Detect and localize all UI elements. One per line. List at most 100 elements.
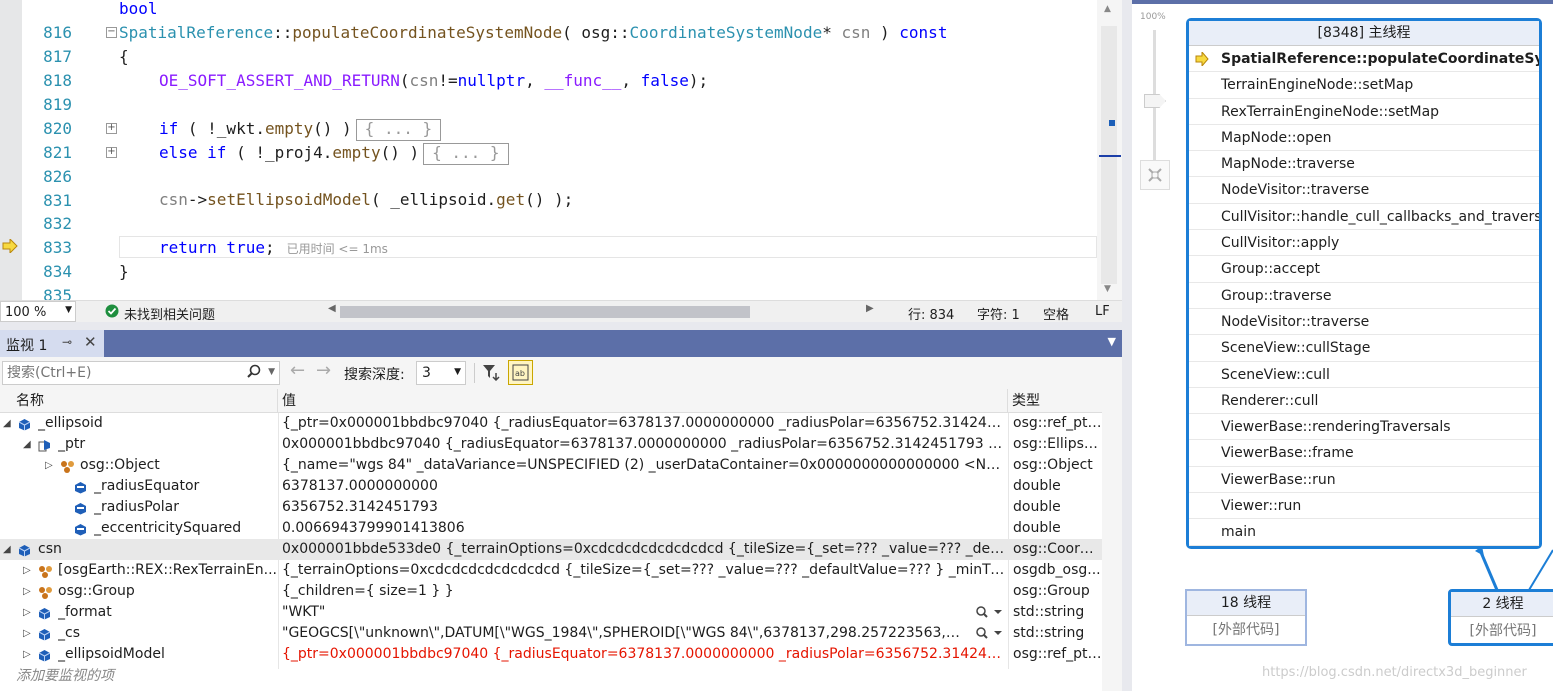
tab-watch-1[interactable]: 监视 1 ⊸ ✕ — [0, 330, 104, 357]
watch-row[interactable]: _radiusEquator 6378137.0000000000 double — [0, 476, 1102, 497]
scroll-up-icon[interactable]: ▲ — [1104, 4, 1111, 14]
watch-name: osg::Object — [80, 457, 160, 473]
collapse-arrow-icon[interactable]: ◢ — [23, 434, 31, 455]
watch-value[interactable]: {_name="wgs 84" _dataVariance=UNSPECIFIE… — [282, 455, 1008, 476]
watch-value[interactable]: "WKT" — [282, 602, 968, 623]
panel-splitter-horizontal[interactable] — [0, 322, 1122, 330]
code-text: { — [119, 47, 129, 66]
watch-value[interactable]: 0x000001bbde533de0 {_terrainOptions=0xcd… — [282, 539, 1008, 560]
code-line: 831 — [22, 165, 1097, 210]
watch-value[interactable]: 0x000001bbdbc97040 {_radiusEquator=63781… — [282, 434, 1008, 455]
code-editor[interactable]: 816 bool 817 − SpatialReference::populat… — [0, 0, 1122, 300]
expand-arrow-icon[interactable]: ▷ — [23, 602, 31, 623]
watch-type: std::string — [1013, 625, 1085, 641]
horizontal-scrollbar-thumb[interactable] — [340, 306, 750, 318]
window-menu-icon[interactable]: ▼ — [1108, 335, 1116, 348]
expand-toggle[interactable]: + — [106, 147, 117, 158]
zoom-dropdown[interactable]: 100 % ▼ — [0, 301, 76, 322]
add-watch-placeholder[interactable]: 添加要监视的项 — [16, 666, 114, 687]
code-line: 817 − SpatialReference::populateCoordina… — [22, 21, 1097, 66]
watch-row[interactable]: _radiusPolar 6356752.3142451793 double — [0, 497, 1102, 518]
collapse-arrow-icon[interactable]: ◢ — [3, 539, 11, 560]
editor-status-bar: 100 % ▼ 未找到相关问题 ◀ ▶ 行: 834 字符: 1 空格 LF — [0, 300, 1122, 323]
watch-row[interactable]: ◢ _ellipsoid {_ptr=0x000001bbdbc97040 {_ra… — [0, 413, 1102, 434]
column-header-name[interactable]: 名称 — [0, 389, 278, 413]
watch-type: osg::Group — [1013, 583, 1090, 599]
editor-vertical-scrollbar[interactable]: ▲ ▼ — [1097, 0, 1122, 300]
thread-18-box[interactable]: 18 线程 [外部代码] — [1185, 589, 1307, 646]
scroll-marker — [1109, 120, 1115, 126]
expand-arrow-icon[interactable]: ▷ — [23, 581, 31, 602]
code-text: OE_SOFT_ASSERT_AND_RETURN(csn!=nullptr, … — [159, 71, 709, 90]
filter-icon[interactable] — [482, 363, 500, 385]
code-line: 835 } — [22, 260, 1097, 300]
watch-title-bar: 监视 1 ⊸ ✕ ▼ — [0, 330, 1122, 357]
forward-arrow-icon[interactable]: → — [316, 360, 331, 381]
watch-row[interactable]: ▷ _ellipsoidModel {_ptr=0x000001bbdbc97040… — [0, 644, 1102, 665]
code-line: 819 OE_SOFT_ASSERT_AND_RETURN(csn!=nullp… — [22, 69, 1097, 114]
code-line: 836 — [22, 284, 1097, 300]
pin-icon[interactable]: ⊸ — [62, 335, 72, 349]
close-icon[interactable]: ✕ — [84, 333, 97, 351]
watch-vertical-scrollbar[interactable] — [1102, 389, 1122, 691]
thread-connector-lines — [1475, 546, 1553, 591]
char-indicator[interactable]: 字符: 1 — [977, 304, 1020, 323]
code-line: 816 bool — [22, 0, 1097, 42]
object-icon — [38, 648, 51, 662]
watch-row[interactable]: ◢ _ptr 0x000001bbdbc97040 {_radiusEquator=… — [0, 434, 1102, 455]
line-indicator[interactable]: 行: 834 — [908, 304, 954, 323]
perf-tip[interactable]: 已用时间 <= 1ms — [287, 242, 388, 256]
watch-row[interactable]: _eccentricitySquared 0.006694379990141380… — [0, 518, 1102, 539]
search-field[interactable]: ▼ — [2, 361, 280, 385]
code-text: bool — [119, 0, 158, 18]
watch-row[interactable]: ◢ csn 0x000001bbde533de0 {_terrainOptions=… — [0, 539, 1102, 560]
panel-splitter[interactable] — [1122, 0, 1132, 691]
watch-row[interactable]: ▷ osg::Object {_name="wgs 84" _dataVarianc… — [0, 455, 1102, 476]
watch-window: 监视 1 ⊸ ✕ ▼ ▼ ← → 搜索深度: 3 ▼ — [0, 330, 1122, 691]
watch-name: csn — [38, 541, 62, 557]
search-input[interactable] — [7, 365, 237, 381]
watch-value[interactable]: {_ptr=0x000001bbdbc97040 {_radiusEquator… — [282, 413, 1008, 434]
collapsed-block[interactable]: { ... } — [355, 119, 442, 141]
watch-name: _eccentricitySquared — [94, 520, 242, 536]
expand-arrow-icon[interactable]: ▷ — [23, 644, 31, 665]
watch-row[interactable]: ▷ osg::Group {_children={ size=1 } } osg::G… — [0, 581, 1102, 602]
back-arrow-icon[interactable]: ← — [290, 360, 305, 381]
collapse-toggle[interactable]: − — [106, 27, 117, 38]
watch-value[interactable]: 6378137.0000000000 — [282, 476, 1008, 497]
watch-value[interactable]: 0.0066943799901413806 — [282, 518, 1008, 539]
watch-value[interactable]: {_children={ size=1 } } — [282, 581, 1008, 602]
scroll-right-icon[interactable]: ▶ — [866, 303, 874, 314]
svg-text:ab: ab — [515, 369, 525, 378]
parallel-stacks-window: 100% [8348] 主线程 SpatialReference::popula… — [1132, 0, 1553, 691]
search-icon[interactable] — [247, 364, 261, 382]
expand-arrow-icon[interactable]: ▷ — [23, 560, 31, 581]
watch-row[interactable]: ▷ _format "WKT" std::string — [0, 602, 1102, 623]
watch-row[interactable]: ▷ [osgEarth::REX::RexTerrainEn... {_terrai… — [0, 560, 1102, 581]
scroll-left-icon[interactable]: ◀ — [328, 303, 336, 314]
watch-value[interactable]: "GEOGCS[\"unknown\",DATUM[\"WGS_1984\",S… — [282, 623, 968, 644]
add-watch-row[interactable]: 添加要监视的项 — [0, 666, 1102, 687]
watch-value[interactable]: {_ptr=0x000001bbdbc97040 {_radiusEquator… — [282, 644, 1008, 665]
chevron-down-icon[interactable]: ▼ — [268, 367, 275, 377]
expand-toggle[interactable]: + — [106, 123, 117, 134]
watch-value[interactable]: 6356752.3142451793 — [282, 497, 1008, 518]
eol-indicator[interactable]: LF — [1095, 304, 1110, 319]
expand-arrow-icon[interactable]: ▷ — [23, 623, 31, 644]
search-depth-select[interactable]: 3 ▼ — [416, 361, 466, 385]
thread-2-box[interactable]: 2 线程 [外部代码] — [1448, 589, 1553, 646]
check-icon — [105, 304, 119, 322]
base-class-icon — [38, 585, 52, 599]
collapse-arrow-icon[interactable]: ◢ — [3, 413, 11, 434]
watch-value[interactable]: {_terrainOptions=0xcdcdcdcdcdcdcdcd {_ti… — [282, 560, 1008, 581]
hex-display-icon[interactable]: ab — [508, 360, 533, 385]
column-header-value[interactable]: 值 — [278, 389, 1008, 413]
watch-name: _ellipsoid — [38, 415, 103, 431]
expand-arrow-icon[interactable]: ▷ — [45, 455, 53, 476]
column-header-type[interactable]: 类型 — [1008, 389, 1102, 413]
collapsed-block[interactable]: { ... } — [423, 143, 509, 165]
issues-status[interactable]: 未找到相关问题 — [124, 304, 215, 323]
watch-row[interactable]: ▷ _cs "GEOGCS[\"unknown\",DATUM[\"WGS_1984… — [0, 623, 1102, 644]
whitespace-indicator[interactable]: 空格 — [1043, 304, 1069, 323]
scroll-down-icon[interactable]: ▼ — [1104, 284, 1111, 294]
